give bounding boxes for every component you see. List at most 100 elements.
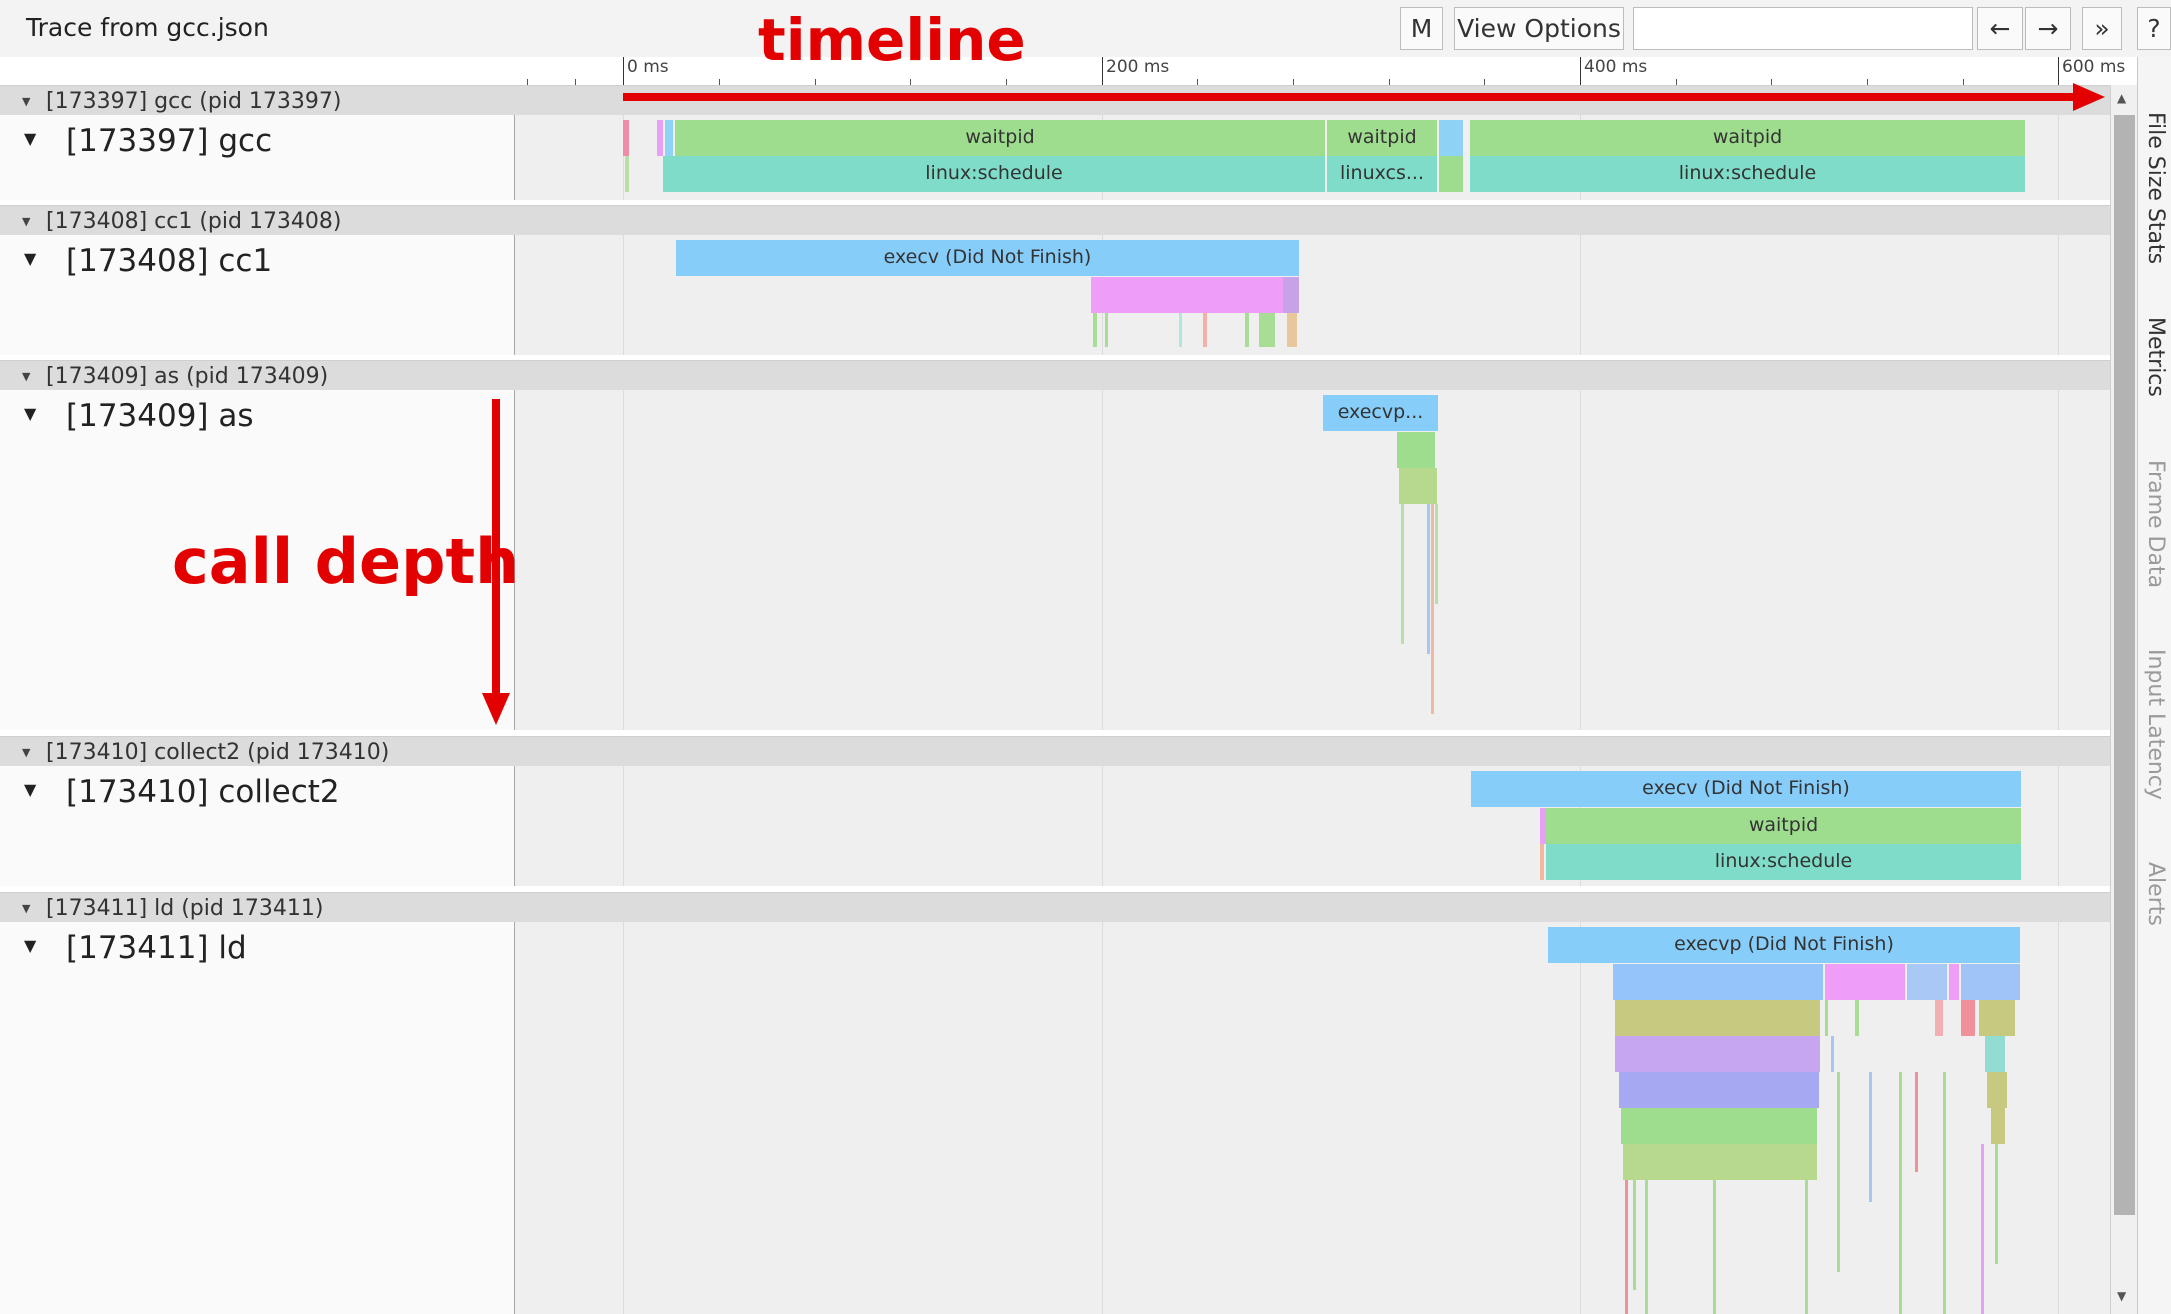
- slice-mark[interactable]: [1985, 1036, 2005, 1072]
- slice-mark[interactable]: [1633, 1180, 1636, 1290]
- collapse-triangle-icon[interactable]: ▼: [22, 215, 30, 228]
- collapse-triangle-icon[interactable]: ▼: [24, 249, 36, 268]
- slice-mark[interactable]: [1935, 1000, 1943, 1036]
- slice-mark[interactable]: [1825, 964, 1905, 1000]
- expand-panel-button[interactable]: »: [2082, 7, 2122, 50]
- collapse-triangle-icon[interactable]: ▼: [24, 404, 36, 423]
- slice-mark[interactable]: [1439, 156, 1463, 192]
- slice-mark[interactable]: [623, 120, 629, 156]
- prev-match-button[interactable]: ←: [1977, 7, 2023, 50]
- slice-mark[interactable]: [1831, 1036, 1834, 1072]
- slice-mark[interactable]: [1439, 120, 1463, 156]
- slice-mark[interactable]: [1855, 1000, 1859, 1036]
- slice-mark[interactable]: [1981, 1144, 1984, 1314]
- slice-mark[interactable]: [1915, 1072, 1918, 1172]
- slice-mark[interactable]: [1427, 504, 1430, 654]
- slice-mark[interactable]: [1645, 1180, 1648, 1314]
- slice-linux-schedule[interactable]: linuxcs...: [1327, 156, 1437, 192]
- collapse-triangle-icon[interactable]: ▼: [24, 780, 36, 799]
- slice-mark[interactable]: [1435, 504, 1438, 604]
- process-header-as[interactable]: ▼ [173409] as (pid 173409): [0, 360, 2110, 390]
- thread-slices-area[interactable]: execvp (Did Not Finish): [515, 922, 2110, 1314]
- slice-linux-schedule[interactable]: linux:schedule: [663, 156, 1325, 192]
- slice-mark[interactable]: [1837, 1072, 1840, 1272]
- slice-mark[interactable]: [1991, 1108, 2005, 1144]
- slice-linux-schedule[interactable]: linux:schedule: [1470, 156, 2025, 192]
- m-button[interactable]: M: [1400, 7, 1443, 50]
- slice-mark[interactable]: [665, 120, 673, 156]
- slice-mark[interactable]: [1943, 1072, 1946, 1314]
- thread-slices-area[interactable]: waitpid waitpid waitpid linux:schedule l…: [515, 115, 2110, 200]
- slice-mark[interactable]: [1287, 313, 1297, 347]
- slice-mark[interactable]: [1869, 1072, 1872, 1202]
- scroll-down-icon[interactable]: ▼: [2117, 1289, 2126, 1303]
- tab-alerts[interactable]: Alerts: [2143, 862, 2168, 926]
- slice-mark[interactable]: [1825, 1000, 1828, 1036]
- collapse-triangle-icon[interactable]: ▼: [22, 746, 30, 759]
- process-header-gcc[interactable]: ▼ [173397] gcc (pid 173397): [0, 85, 2110, 115]
- tab-input-latency[interactable]: Input Latency: [2143, 649, 2168, 800]
- collapse-triangle-icon[interactable]: ▼: [22, 370, 30, 383]
- slice-mark[interactable]: [1179, 313, 1182, 347]
- slice-waitpid[interactable]: waitpid: [1470, 120, 2025, 156]
- slice-mark[interactable]: [1979, 1000, 2015, 1036]
- slice-mark[interactable]: [1399, 468, 1437, 504]
- slice-mark[interactable]: [1259, 313, 1275, 347]
- slice-mark[interactable]: [1899, 1072, 1902, 1314]
- slice-mark[interactable]: [1961, 964, 2020, 1000]
- slice-mark[interactable]: [625, 156, 629, 192]
- slice-waitpid[interactable]: waitpid: [675, 120, 1325, 156]
- slice-mark[interactable]: [1987, 1072, 2007, 1108]
- slice-mark[interactable]: [1805, 1180, 1808, 1314]
- slice-mark[interactable]: [1961, 1000, 1975, 1036]
- tab-frame-data[interactable]: Frame Data: [2143, 460, 2168, 588]
- next-match-button[interactable]: →: [2025, 7, 2071, 50]
- slice-mark[interactable]: [1105, 313, 1108, 347]
- slice-mark[interactable]: [1431, 504, 1434, 714]
- thread-slices-area[interactable]: execv (Did Not Finish) waitpid linux:sch…: [515, 766, 2110, 886]
- slice-execv[interactable]: execv (Did Not Finish): [1471, 771, 2021, 807]
- collapse-triangle-icon[interactable]: ▼: [24, 936, 36, 955]
- slice-mark[interactable]: [1401, 504, 1404, 644]
- time-ruler[interactable]: 0 ms 200 ms 400 ms 600 ms: [0, 57, 2137, 86]
- slice-mark[interactable]: [1615, 1000, 1820, 1036]
- slice-execv[interactable]: execv (Did Not Finish): [676, 240, 1299, 276]
- process-header-collect2[interactable]: ▼ [173410] collect2 (pid 173410): [0, 736, 2110, 766]
- slice-mark[interactable]: [1619, 1072, 1819, 1108]
- slice-execvp[interactable]: execvp...: [1323, 395, 1438, 431]
- thread-slices-area[interactable]: execvp...: [515, 390, 2110, 730]
- slice-mark[interactable]: [1623, 1144, 1817, 1180]
- slice-mark[interactable]: [1540, 844, 1544, 880]
- slice-mark[interactable]: [1949, 964, 1959, 1000]
- slice-mark[interactable]: [1613, 964, 1823, 1000]
- slice-mark[interactable]: [1397, 432, 1435, 468]
- slice-mark[interactable]: [1625, 1180, 1628, 1314]
- slice-mark[interactable]: [1713, 1180, 1716, 1314]
- collapse-triangle-icon[interactable]: ▼: [24, 129, 36, 148]
- slice-mark[interactable]: [1995, 1144, 1998, 1264]
- thread-slices-area[interactable]: execv (Did Not Finish): [515, 235, 2110, 355]
- scroll-up-icon[interactable]: ▲: [2117, 91, 2126, 105]
- slice-mark[interactable]: [657, 120, 663, 156]
- collapse-triangle-icon[interactable]: ▼: [22, 95, 30, 108]
- slice-execvp[interactable]: execvp (Did Not Finish): [1548, 927, 2020, 963]
- slice-linux-schedule[interactable]: linux:schedule: [1546, 844, 2021, 880]
- slice-mark[interactable]: [1621, 1108, 1817, 1144]
- tab-metrics[interactable]: Metrics: [2143, 317, 2168, 397]
- slice-mark[interactable]: [1093, 313, 1097, 347]
- slice-mark[interactable]: [1203, 313, 1207, 347]
- slice-waitpid[interactable]: waitpid: [1546, 808, 2021, 844]
- slice-mark[interactable]: [1091, 277, 1299, 313]
- slice-mark[interactable]: [1907, 964, 1947, 1000]
- slice-waitpid[interactable]: waitpid: [1327, 120, 1437, 156]
- search-input[interactable]: [1633, 7, 1973, 50]
- collapse-triangle-icon[interactable]: ▼: [22, 902, 30, 915]
- help-button[interactable]: ?: [2137, 7, 2171, 50]
- vertical-scrollbar[interactable]: ▲ ▼: [2110, 85, 2137, 1314]
- process-header-ld[interactable]: ▼ [173411] ld (pid 173411): [0, 892, 2110, 922]
- scrollbar-thumb[interactable]: [2114, 115, 2135, 1215]
- slice-mark[interactable]: [1283, 277, 1299, 313]
- tab-file-size-stats[interactable]: File Size Stats: [2143, 112, 2168, 264]
- slice-mark[interactable]: [1615, 1036, 1820, 1072]
- process-header-cc1[interactable]: ▼ [173408] cc1 (pid 173408): [0, 205, 2110, 235]
